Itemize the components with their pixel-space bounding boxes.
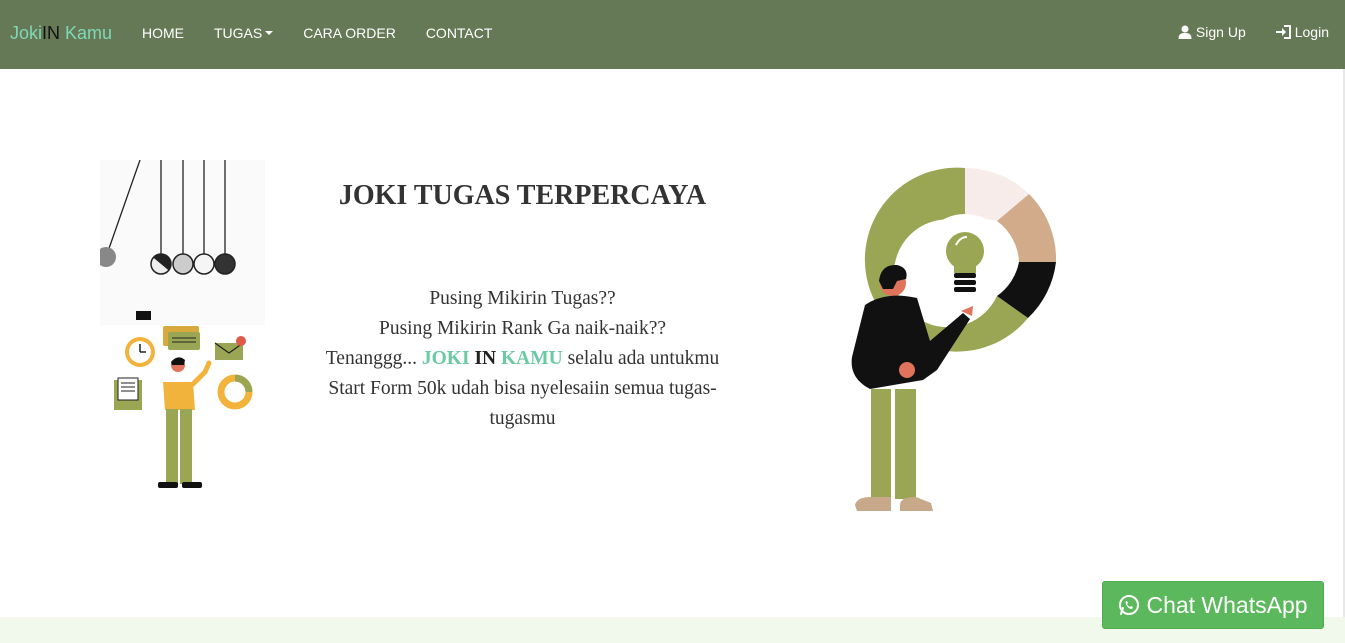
chat-whatsapp-button[interactable]: Chat WhatsApp <box>1102 581 1324 629</box>
nav-tugas-dropdown[interactable]: TUGAS <box>214 25 274 41</box>
hero-highlight-kamu: KAMU <box>500 348 563 369</box>
nav-home[interactable]: HOME <box>142 25 184 41</box>
hero-line-3: Tenanggg... JOKI IN KAMU selalu ada untu… <box>300 344 745 374</box>
top-navbar: JokiIN Kamu HOME TUGAS CARA ORDER CONTAC… <box>0 0 1345 69</box>
nav-auth: Sign Up Login <box>1148 24 1329 40</box>
right-illustration <box>851 167 1057 511</box>
sign-up-link[interactable]: Sign Up <box>1178 24 1246 40</box>
hero-title: JOKI TUGAS TERPERCAYA <box>338 180 707 211</box>
chat-whatsapp-label: Chat WhatsApp <box>1146 591 1308 618</box>
login-link[interactable]: Login <box>1275 24 1329 40</box>
hero-highlight-in: IN <box>474 348 497 369</box>
login-label: Login <box>1294 24 1329 40</box>
hero-line-3-suffix: selalu ada untukmu <box>562 348 720 369</box>
hero-line-3-prefix: Tenanggg... <box>325 348 422 369</box>
nav-contact[interactable]: CONTACT <box>426 25 493 41</box>
caret-down-icon <box>265 31 274 35</box>
nav-links: HOME TUGAS CARA ORDER CONTACT <box>142 25 522 41</box>
nav-cara-order[interactable]: CARA ORDER <box>303 25 396 41</box>
sign-up-label: Sign Up <box>1195 24 1246 40</box>
hero-line-4: Start Form 50k udah bisa nyelesaiin semu… <box>328 378 717 429</box>
brand-part-in: IN <box>42 23 61 43</box>
hero-line-1: Pusing Mikirin Tugas?? <box>429 288 616 309</box>
nav-tugas-label: TUGAS <box>214 25 263 41</box>
left-illustration <box>100 160 265 488</box>
brand-logo[interactable]: JokiIN Kamu <box>10 22 112 44</box>
brand-part-kamu: Kamu <box>60 23 113 43</box>
user-icon <box>1178 25 1192 39</box>
whatsapp-icon <box>1119 595 1140 615</box>
brand-part-joki: Joki <box>10 23 43 43</box>
hero-line-2: Pusing Mikirin Rank Ga naik-naik?? <box>378 318 667 339</box>
hero-highlight-joki: JOKI <box>421 348 470 369</box>
hero-description: Pusing Mikirin Tugas?? Pusing Mikirin Ra… <box>300 284 745 434</box>
login-icon <box>1275 25 1291 39</box>
